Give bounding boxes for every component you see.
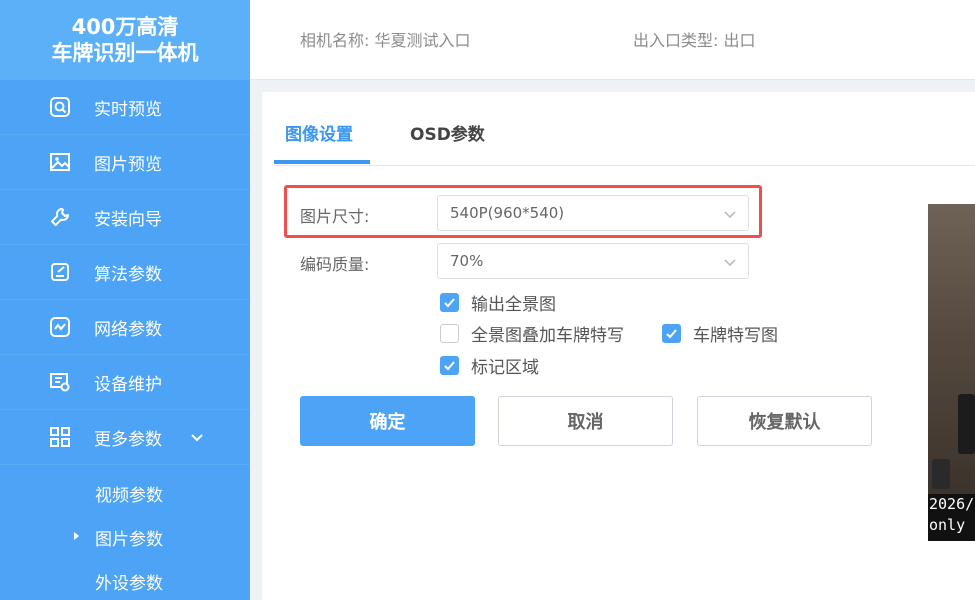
submenu-item-video-params[interactable]: 视频参数 [0, 471, 250, 515]
sidebar-item-image-preview[interactable]: 图片预览 [0, 135, 250, 190]
sidebar-item-label: 设备维护 [94, 374, 162, 395]
sidebar-item-label: 实时预览 [94, 99, 162, 120]
submenu-more-params: 视频参数 图片参数 外设参数 [0, 465, 250, 600]
sidebar-item-label: 图片预览 [94, 154, 162, 175]
settings-panel: 图像设置 OSD参数 图片尺寸: 540P(960*540) 编码质量: 70%… [262, 92, 975, 600]
submenu-item-peripheral-params[interactable]: 外设参数 [0, 559, 250, 600]
brand-line-1: 400万高清 [71, 15, 179, 39]
top-header: 相机名称: 华夏测试入口 出入口类型: 出口 [250, 0, 975, 80]
osd-line-2: only [929, 516, 966, 534]
preview-image: 2026/ only [928, 204, 975, 541]
submenu-item-label: 外设参数 [95, 573, 163, 594]
checkbox-label: 输出全景图 [471, 295, 556, 315]
checkbox-label: 车牌特写图 [693, 326, 778, 346]
chevron-down-icon [724, 259, 736, 267]
checkbox-checked-icon [440, 293, 459, 312]
image-size-value: 540P(960*540) [450, 204, 565, 222]
sidebar-item-label: 网络参数 [94, 319, 162, 340]
preview-device [932, 459, 950, 489]
image-icon [48, 150, 72, 174]
sidebar-item-label: 更多参数 [94, 429, 162, 450]
checkbox-mark-region[interactable]: 标记区域 [440, 353, 539, 378]
sidebar-item-label: 安装向导 [94, 209, 162, 230]
sidebar-item-network[interactable]: 网络参数 [0, 300, 250, 355]
sidebar-item-live-view[interactable]: 实时预览 [0, 80, 250, 135]
chevron-down-icon [724, 211, 736, 219]
quality-label: 编码质量: [300, 255, 370, 274]
entry-type: 出入口类型: 出口 [633, 31, 756, 50]
submenu-item-image-params[interactable]: 图片参数 [0, 515, 250, 559]
submenu-item-label: 图片参数 [95, 529, 163, 550]
reset-default-button[interactable]: 恢复默认 [697, 396, 872, 446]
checkbox-label: 全景图叠加车牌特写 [471, 326, 624, 346]
checkbox-output-panorama[interactable]: 输出全景图 [440, 290, 556, 315]
tab-bar: 图像设置 OSD参数 [274, 92, 975, 166]
sidebar: 400万高清 车牌识别一体机 实时预览 图片预览 安装向导 算法参数 网络参数 [0, 0, 250, 600]
image-size-label: 图片尺寸: [300, 207, 370, 226]
submenu-item-label: 视频参数 [95, 485, 163, 506]
sidebar-item-more-params[interactable]: 更多参数 [0, 410, 250, 465]
checkbox-panorama-overlay-plate[interactable]: 全景图叠加车牌特写 [440, 321, 624, 346]
confirm-button[interactable]: 确定 [300, 396, 475, 446]
preview-osd-text: 2026/ only [928, 494, 975, 541]
image-size-select[interactable]: 540P(960*540) [437, 195, 749, 231]
tab-osd-params[interactable]: OSD参数 [410, 120, 485, 166]
sidebar-item-install-wizard[interactable]: 安装向导 [0, 190, 250, 245]
quality-value: 70% [450, 252, 484, 270]
active-tab-indicator [274, 160, 370, 164]
maintenance-icon [48, 370, 72, 394]
live-view-icon [48, 95, 72, 119]
brand-title: 400万高清 车牌识别一体机 [0, 0, 250, 80]
checkbox-plate-closeup[interactable]: 车牌特写图 [662, 321, 778, 346]
camera-name: 相机名称: 华夏测试入口 [300, 31, 471, 50]
cancel-button[interactable]: 取消 [498, 396, 673, 446]
chevron-down-icon[interactable] [188, 429, 206, 447]
osd-line-1: 2026/ [929, 495, 975, 513]
grid-icon [48, 425, 72, 449]
brand-line-2: 车牌识别一体机 [51, 41, 199, 65]
checkbox-unchecked-icon [440, 324, 459, 343]
checkbox-checked-icon [440, 356, 459, 375]
checkbox-label: 标记区域 [471, 358, 539, 378]
quality-select[interactable]: 70% [437, 243, 749, 279]
checkbox-checked-icon [662, 324, 681, 343]
network-wave-icon [48, 315, 72, 339]
sidebar-item-algorithm[interactable]: 算法参数 [0, 245, 250, 300]
sidebar-item-maintenance[interactable]: 设备维护 [0, 355, 250, 410]
edit-document-icon [48, 260, 72, 284]
wrench-icon [48, 205, 72, 229]
sidebar-item-label: 算法参数 [94, 264, 162, 285]
preview-device [958, 394, 975, 454]
active-arrow-icon [74, 532, 79, 540]
